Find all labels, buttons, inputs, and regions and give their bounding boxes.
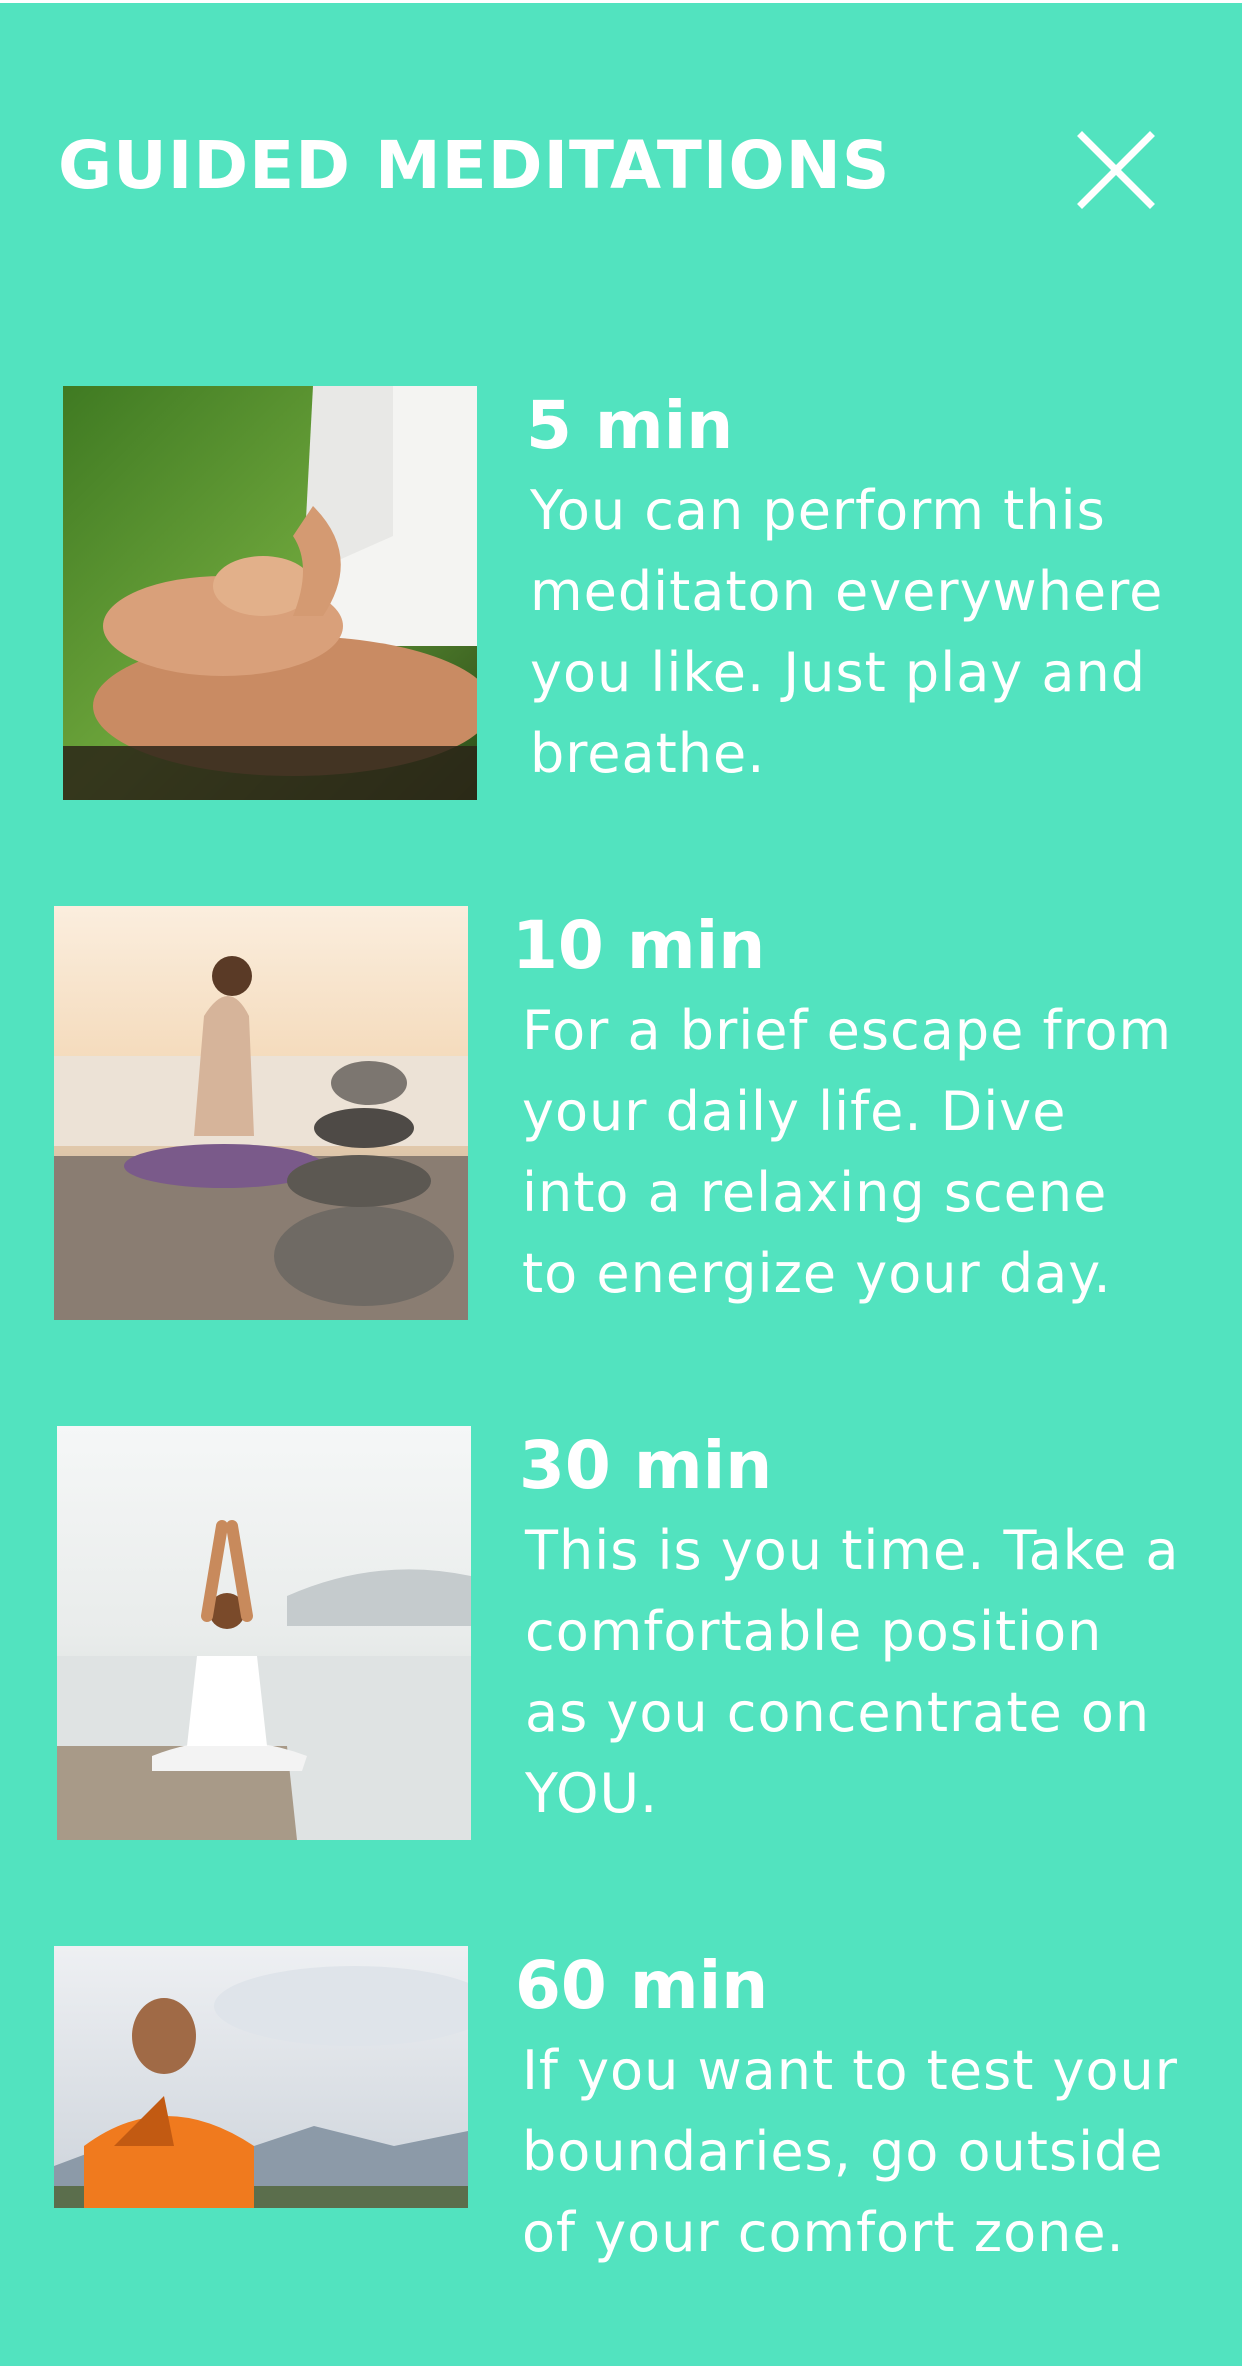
description-line: as you concentrate on: [525, 1681, 1151, 1744]
meditation-item-60-min[interactable]: 60 min If you want to test your boundari…: [0, 1946, 1242, 2366]
page-title: GUIDED MEDITATIONS: [58, 127, 891, 204]
description-line: comfortable position: [525, 1600, 1103, 1663]
description-line: You can perform this: [530, 479, 1106, 542]
description-line: to energize your day.: [522, 1242, 1112, 1305]
duration-label: 5 min: [526, 387, 734, 464]
close-icon: [1077, 131, 1155, 209]
pier-sea-yoga-photo: [57, 1426, 471, 1840]
description-line: into a relaxing scene: [522, 1161, 1108, 1224]
description-text: If you want to test your boundaries, go …: [522, 2030, 1222, 2273]
meditation-item-10-min[interactable]: 10 min For a brief escape from your dail…: [0, 906, 1242, 1326]
duration-label: 60 min: [515, 1947, 769, 2024]
stacked-stones-sunset-photo: [54, 906, 468, 1320]
description-line: YOU.: [525, 1762, 659, 1825]
description-line: If you want to test your: [522, 2039, 1178, 2102]
description-line: of your comfort zone.: [522, 2201, 1125, 2264]
lotus-hands-meditation-photo: [63, 386, 477, 800]
description-line: meditaton everywhere: [530, 560, 1164, 623]
description-line: boundaries, go outside: [522, 2120, 1164, 2183]
monk-mountains-photo: [54, 1946, 468, 2208]
duration-label: 30 min: [519, 1427, 773, 1504]
description-line: This is you time. Take a: [525, 1519, 1180, 1582]
description-line: For a brief escape from: [522, 999, 1173, 1062]
meditation-item-30-min[interactable]: 30 min This is you time. Take a comforta…: [0, 1426, 1242, 1846]
close-button[interactable]: [1076, 130, 1156, 210]
description-line: you like. Just play and: [530, 641, 1146, 704]
description-text: For a brief escape from your daily life.…: [522, 990, 1222, 1314]
description-text: This is you time. Take a comfortable pos…: [525, 1510, 1225, 1834]
meditation-item-5-min[interactable]: 5 min You can perform this meditaton eve…: [0, 386, 1242, 806]
duration-label: 10 min: [512, 907, 766, 984]
description-line: breathe.: [530, 722, 766, 785]
description-text: You can perform this meditaton everywher…: [530, 470, 1230, 794]
description-line: your daily life. Dive: [522, 1080, 1067, 1143]
top-divider: [0, 0, 1242, 3]
